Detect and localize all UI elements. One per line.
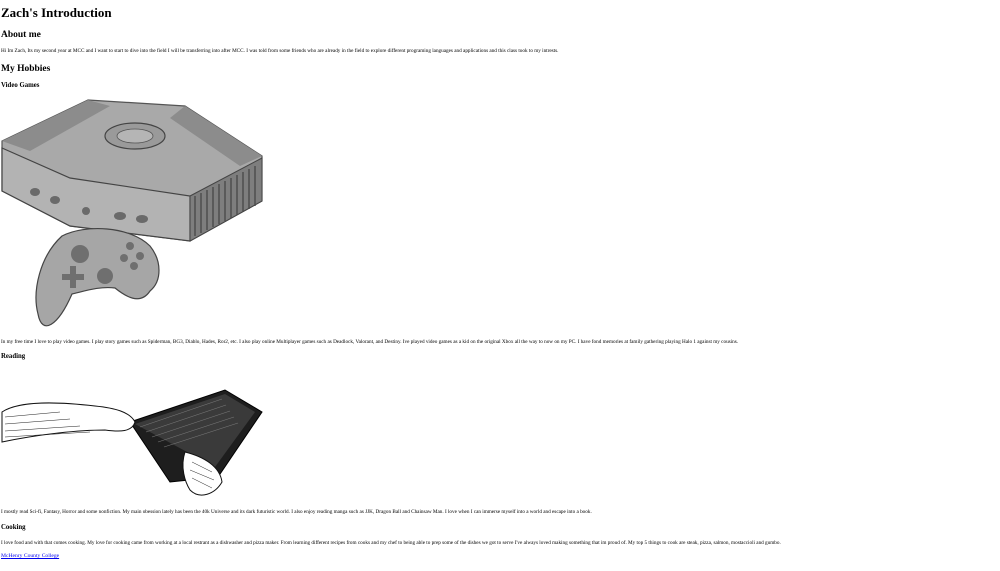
cooking-text: I love food and with that comes cooking.… (1, 540, 781, 546)
about-heading: About me (1, 30, 41, 40)
cooking-heading: Cooking (1, 524, 26, 531)
page-title: Zach's Introduction (1, 5, 112, 20)
xbox-console-controller-icon (0, 96, 265, 334)
reading-text: I mostly read Sci-fi, Fantasy, Horror an… (1, 509, 592, 515)
reading-heading: Reading (1, 353, 26, 360)
hobbies-heading: My Hobbies (1, 64, 51, 74)
video-games-heading: Video Games (1, 82, 40, 89)
hands-holding-book-icon (0, 372, 265, 504)
about-text: Hi Im Zach, Its my second year at MCC an… (1, 48, 559, 54)
video-games-text: In my free time I love to play video gam… (1, 339, 739, 345)
mchenry-county-college-link[interactable]: McHenry County College (1, 553, 59, 560)
